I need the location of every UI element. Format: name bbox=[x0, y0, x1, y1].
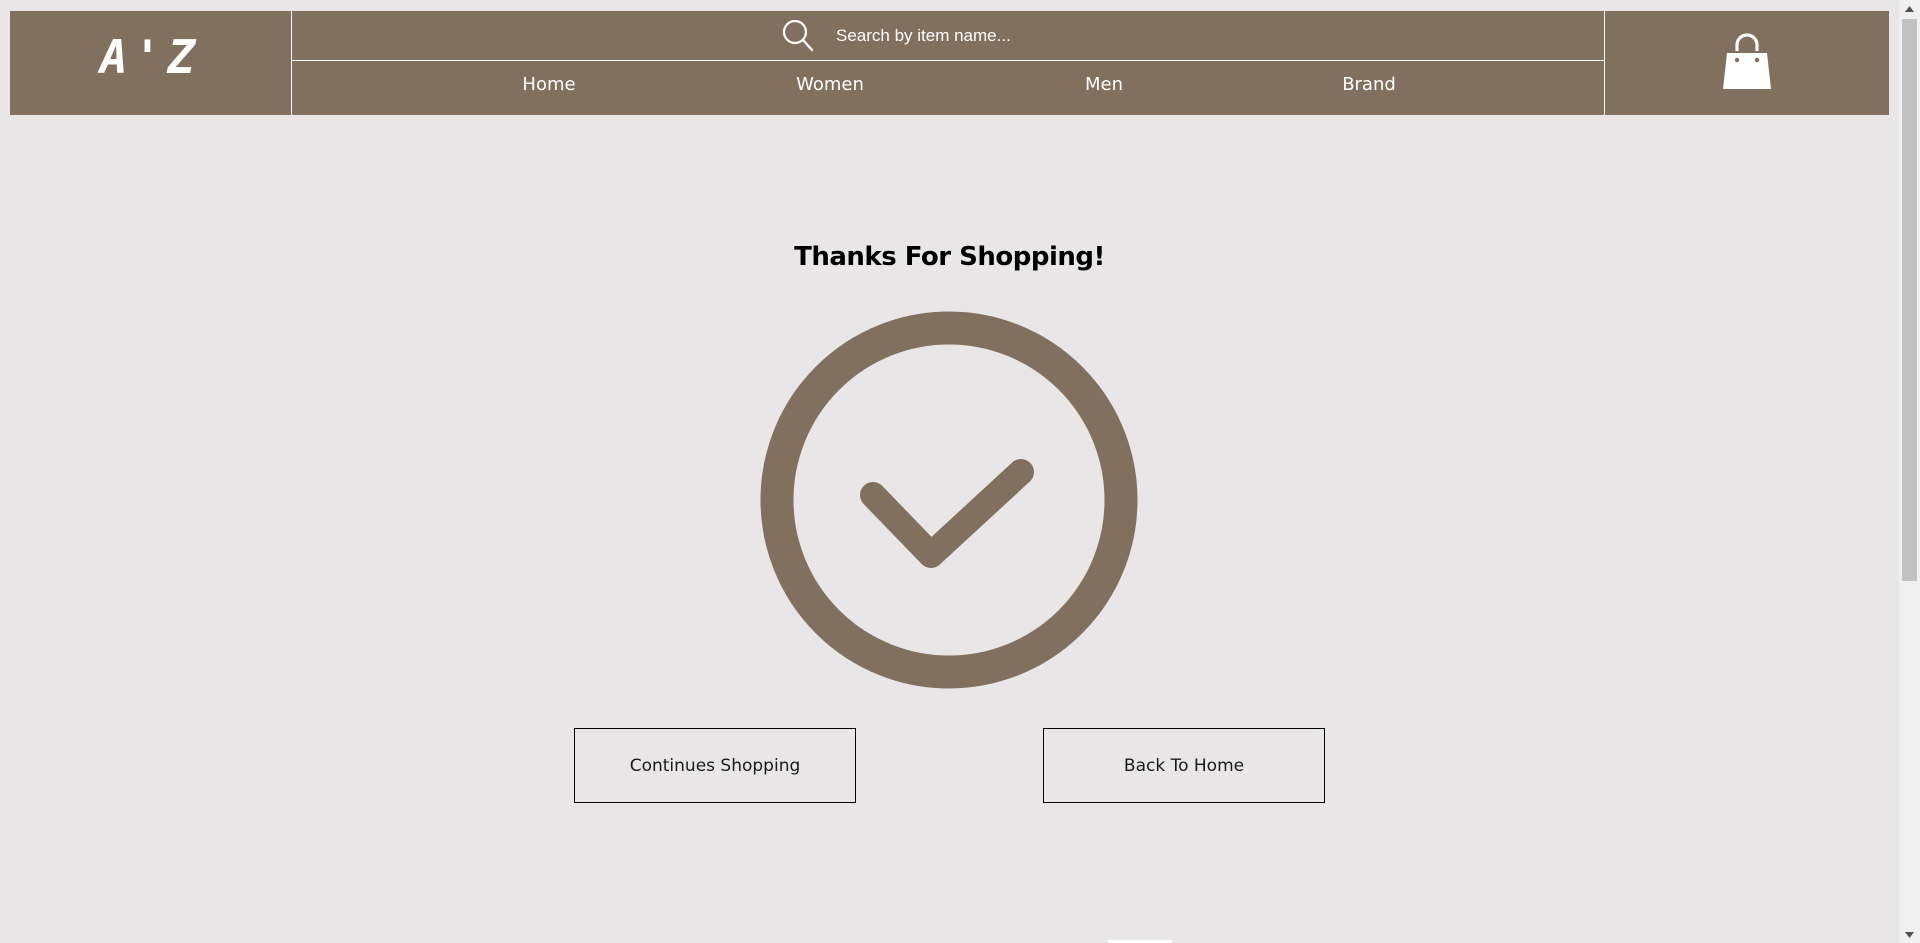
page: A'Z Home Women Men Brand bbox=[0, 0, 1899, 943]
page-title: Thanks For Shopping! bbox=[794, 242, 1105, 272]
nav-item-men[interactable]: Men bbox=[1085, 74, 1123, 95]
nav-item-women[interactable]: Women bbox=[796, 74, 864, 95]
continue-shopping-button[interactable]: Continues Shopping bbox=[574, 728, 856, 803]
logo-container[interactable]: A'Z bbox=[10, 11, 292, 115]
scroll-up-arrow[interactable] bbox=[1899, 0, 1920, 17]
site-header: A'Z Home Women Men Brand bbox=[10, 11, 1889, 115]
check-circle-icon bbox=[760, 311, 1138, 689]
chevron-up-icon bbox=[1905, 5, 1914, 12]
scroll-down-arrow[interactable] bbox=[1899, 926, 1920, 943]
chevron-down-icon bbox=[1905, 931, 1914, 938]
search-input[interactable] bbox=[836, 25, 1036, 46]
scroll-thumb[interactable] bbox=[1902, 19, 1917, 581]
nav-item-home[interactable]: Home bbox=[522, 74, 575, 95]
back-to-home-button[interactable]: Back To Home bbox=[1043, 728, 1325, 803]
vertical-scrollbar[interactable] bbox=[1899, 0, 1920, 943]
nav-item-brand[interactable]: Brand bbox=[1342, 74, 1396, 95]
cart-container bbox=[1605, 11, 1889, 115]
shopping-bag-icon[interactable] bbox=[1721, 31, 1773, 91]
main-nav: Home Women Men Brand bbox=[292, 61, 1604, 115]
search-bar bbox=[292, 11, 1604, 61]
header-center: Home Women Men Brand bbox=[292, 11, 1605, 115]
site-logo[interactable]: A'Z bbox=[100, 30, 201, 84]
search-icon[interactable] bbox=[780, 18, 816, 54]
